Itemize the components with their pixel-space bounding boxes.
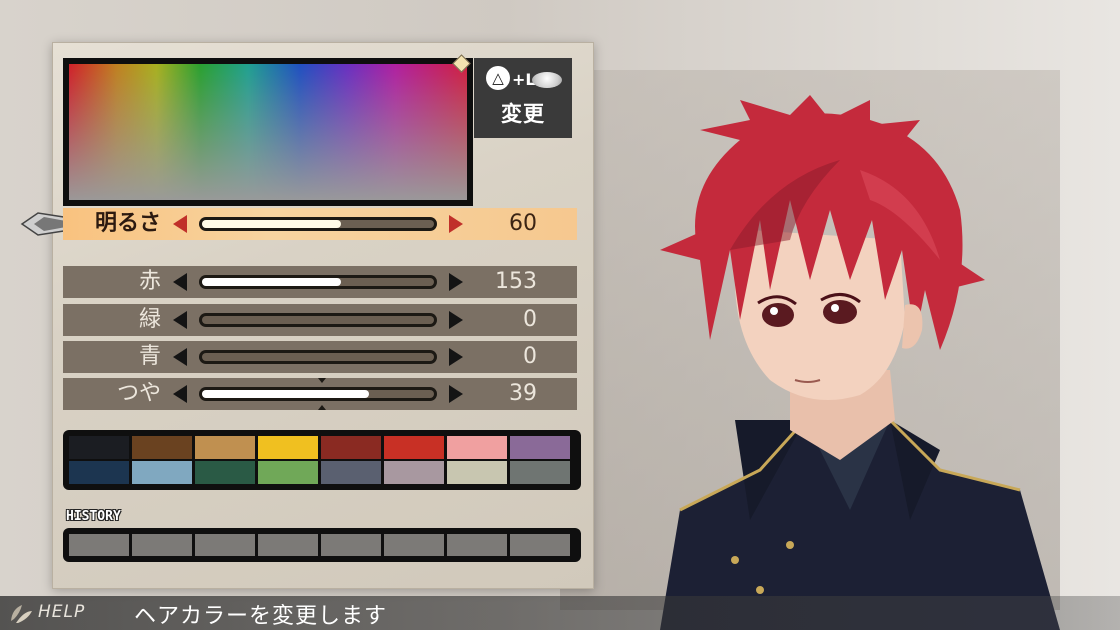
help-text: ヘアカラーを変更します [134,604,388,629]
history-strip [63,528,581,562]
change-label: 変更 [501,102,545,126]
color-swatch[interactable] [258,461,318,484]
history-title: HISTORY [66,509,121,524]
default-marker-icon [318,378,326,383]
color-swatch[interactable] [510,436,570,459]
decrease-arrow-icon[interactable] [173,385,187,403]
color-swatch[interactable] [258,436,318,459]
color-swatch[interactable] [384,461,444,484]
slider-label: 青 [138,344,161,369]
track-base [202,353,434,361]
color-swatch[interactable] [321,461,381,484]
slider-row-green[interactable]: 緑 0 [63,304,577,336]
hue-saturation-gradient[interactable] [69,64,467,200]
increase-arrow-icon[interactable] [449,348,463,366]
history-slot[interactable] [258,534,318,556]
slider-fill [202,278,341,286]
default-marker-icon [318,405,326,410]
decrease-arrow-icon[interactable] [173,215,187,233]
slider-label: つや [116,381,161,406]
slider-row-gloss[interactable]: つや 39 [63,378,577,410]
slider-value: 0 [523,307,537,332]
help-bar: HELP ヘアカラーを変更します [0,596,1120,630]
color-swatch[interactable] [447,461,507,484]
history-slot[interactable] [195,534,255,556]
increase-arrow-icon[interactable] [449,273,463,291]
slider-row-blue[interactable]: 青 0 [63,341,577,373]
slider-fill [202,390,369,398]
color-picker-field[interactable] [63,58,473,206]
preset-palette [63,430,581,490]
slider-track[interactable] [199,313,437,327]
character-portrait [660,95,1060,630]
slider-value: 39 [509,381,537,406]
slider-row-red[interactable]: 赤 153 [63,266,577,298]
slider-track[interactable] [199,350,437,364]
increase-arrow-icon[interactable] [449,385,463,403]
history-slot[interactable] [447,534,507,556]
increase-arrow-icon[interactable] [449,311,463,329]
track-base [202,316,434,324]
leaf-icon [11,605,32,623]
slider-label: 緑 [138,307,161,332]
slider-value: 0 [523,344,537,369]
slider-value: 153 [495,269,537,294]
decrease-arrow-icon[interactable] [173,273,187,291]
color-swatch[interactable] [132,436,192,459]
color-swatch[interactable] [132,461,192,484]
color-swatch[interactable] [195,461,255,484]
change-color-hint: △ +L 変更 [474,58,572,138]
color-swatch[interactable] [510,461,570,484]
history-slot[interactable] [132,534,192,556]
color-swatch[interactable] [69,436,129,459]
slider-label: 明るさ [94,211,161,236]
color-swatch[interactable] [321,436,381,459]
history-slot[interactable] [384,534,444,556]
color-swatch[interactable] [69,461,129,484]
slider-label: 赤 [138,269,161,294]
slider-row-brightness[interactable]: 明るさ 60 [63,208,577,240]
decrease-arrow-icon[interactable] [173,348,187,366]
increase-arrow-icon[interactable] [449,215,463,233]
color-swatch[interactable] [447,436,507,459]
color-swatch[interactable] [195,436,255,459]
slider-track[interactable] [199,217,437,231]
analog-stick-icon [532,72,562,88]
triangle-button-icon: △ [486,66,510,90]
help-label: HELP [38,602,86,622]
button-combo: △ +L [486,66,566,92]
slider-track[interactable] [199,387,437,401]
decrease-arrow-icon[interactable] [173,311,187,329]
color-swatch[interactable] [384,436,444,459]
history-slot[interactable] [510,534,570,556]
slider-track[interactable] [199,275,437,289]
history-slot[interactable] [69,534,129,556]
slider-fill [202,220,341,228]
slider-value: 60 [509,211,537,236]
history-slot[interactable] [321,534,381,556]
